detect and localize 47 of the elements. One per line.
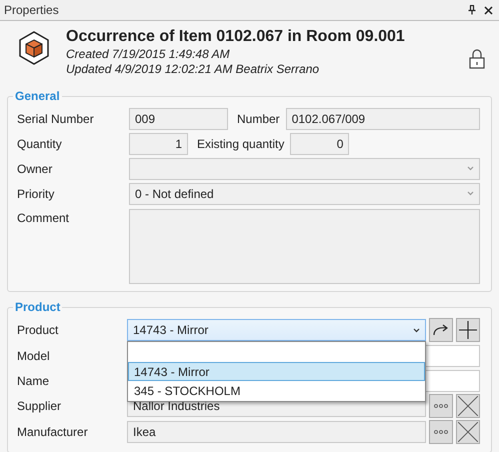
created-info: Created 7/19/2015 1:49:48 AM: [66, 47, 231, 62]
number-field[interactable]: 1: [129, 132, 188, 154]
clear-button[interactable]: [456, 394, 480, 418]
redo-arrow-icon: [433, 324, 449, 336]
field-label: Number: [236, 112, 281, 126]
lock-icon[interactable]: [469, 49, 485, 69]
item-title: Occurrence of Item 0102.067 in Room 09.001: [66, 27, 406, 47]
number-field[interactable]: 0: [290, 132, 350, 154]
field-label: Supplier: [17, 399, 62, 413]
pin-icon[interactable]: [468, 5, 476, 15]
section-title: General: [14, 89, 61, 103]
cube-icon: [18, 31, 50, 65]
text-field[interactable]: 0102.067/009: [286, 108, 480, 130]
open-button[interactable]: [429, 318, 453, 342]
close-icon: [458, 396, 478, 416]
close-icon: [458, 422, 478, 442]
field-label: Serial Number: [17, 112, 95, 126]
section-title: Product: [14, 300, 62, 314]
close-icon[interactable]: [484, 6, 493, 14]
field-label: Owner: [17, 162, 54, 176]
field-label: Quantity: [17, 136, 63, 150]
text-field[interactable]: 009: [129, 108, 228, 130]
field-label: Model: [17, 348, 51, 362]
field-label: Name: [17, 374, 50, 388]
panel-title: Properties: [4, 3, 60, 17]
dropdown-field[interactable]: 14743 - Mirror: [127, 319, 426, 341]
field-label: Comment: [17, 211, 70, 225]
updated-info: Updated 4/9/2019 12:02:21 AM Beatrix Serrano: [66, 62, 320, 77]
dropdown-option[interactable]: 14743 - Mirror: [128, 362, 425, 381]
text-field[interactable]: Ikea: [127, 421, 426, 443]
browse-button[interactable]: [429, 420, 453, 444]
dots-icon: [434, 430, 448, 434]
chevron-down-icon: [467, 191, 474, 196]
field-label: Manufacturer: [17, 425, 89, 439]
clear-button[interactable]: [456, 420, 480, 444]
dropdown-field[interactable]: 0 - Not defined: [129, 182, 480, 204]
add-button[interactable]: [456, 318, 480, 342]
dots-icon: [434, 404, 448, 408]
chevron-down-icon: [413, 328, 420, 332]
browse-button[interactable]: [429, 394, 453, 418]
field-label: Priority: [17, 186, 56, 200]
chevron-down-icon: [467, 166, 474, 171]
plus-icon: [459, 321, 477, 339]
comment-field[interactable]: [129, 209, 480, 284]
field-label: Product: [17, 323, 60, 337]
field-label: Existing quantity: [196, 136, 286, 150]
dropdown-field[interactable]: [129, 158, 480, 180]
